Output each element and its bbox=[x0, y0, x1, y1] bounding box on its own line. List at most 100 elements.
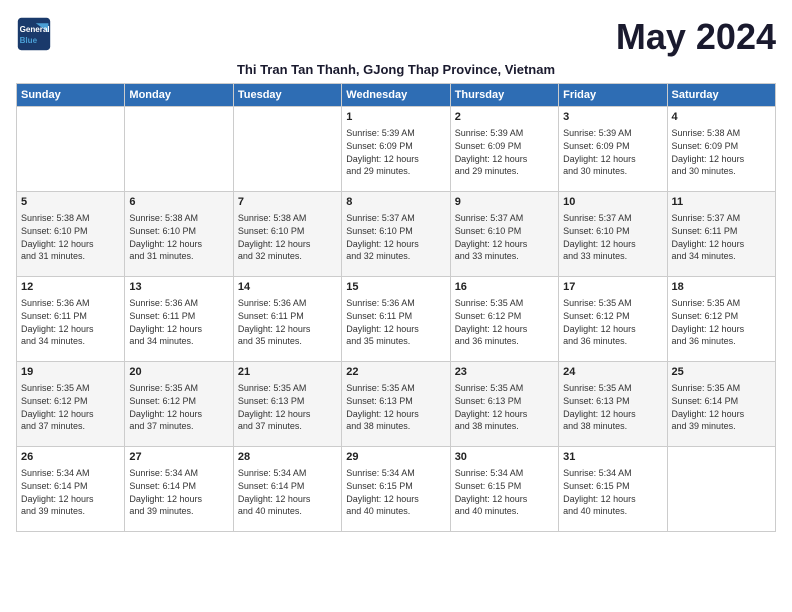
day-number: 20 bbox=[129, 365, 228, 380]
day-info: Sunrise: 5:39 AM Sunset: 6:09 PM Dayligh… bbox=[563, 127, 662, 177]
calendar-cell: 31 Sunrise: 5:34 AM Sunset: 6:15 PM Dayli… bbox=[559, 447, 667, 532]
calendar-cell: 18 Sunrise: 5:35 AM Sunset: 6:12 PM Dayli… bbox=[667, 277, 775, 362]
calendar-cell: 30Sunrise: 5:34 AM Sunset: 6:15 PM Dayli… bbox=[450, 447, 558, 532]
calendar-cell: 19Sunrise: 5:35 AM Sunset: 6:12 PM Dayli… bbox=[17, 362, 125, 447]
day-info: Sunrise: 5:38 AM Sunset: 6:10 PM Dayligh… bbox=[21, 212, 120, 262]
day-info: Sunrise: 5:37 AM Sunset: 6:11 PM Dayligh… bbox=[672, 212, 771, 262]
day-number: 12 bbox=[21, 280, 120, 295]
calendar-cell: 26Sunrise: 5:34 AM Sunset: 6:14 PM Dayli… bbox=[17, 447, 125, 532]
calendar-week-row: 19Sunrise: 5:35 AM Sunset: 6:12 PM Dayli… bbox=[17, 362, 776, 447]
day-info: Sunrise: 5:34 AM Sunset: 6:14 PM Dayligh… bbox=[129, 467, 228, 517]
day-info: Sunrise: 5:35 AM Sunset: 6:13 PM Dayligh… bbox=[455, 382, 554, 432]
day-info: Sunrise: 5:39 AM Sunset: 6:09 PM Dayligh… bbox=[455, 127, 554, 177]
day-info: Sunrise: 5:35 AM Sunset: 6:12 PM Dayligh… bbox=[563, 297, 662, 347]
day-header-tuesday: Tuesday bbox=[233, 84, 341, 107]
day-number: 2 bbox=[455, 110, 554, 125]
day-info: Sunrise: 5:35 AM Sunset: 6:13 PM Dayligh… bbox=[563, 382, 662, 432]
day-info: Sunrise: 5:36 AM Sunset: 6:11 PM Dayligh… bbox=[346, 297, 445, 347]
day-info: Sunrise: 5:38 AM Sunset: 6:09 PM Dayligh… bbox=[672, 127, 771, 177]
calendar-cell: 21 Sunrise: 5:35 AM Sunset: 6:13 PM Dayli… bbox=[233, 362, 341, 447]
calendar-cell: 17 Sunrise: 5:35 AM Sunset: 6:12 PM Dayli… bbox=[559, 277, 667, 362]
svg-text:Blue: Blue bbox=[20, 36, 38, 45]
day-number: 1 bbox=[346, 110, 445, 125]
day-info: Sunrise: 5:34 AM Sunset: 6:14 PM Dayligh… bbox=[21, 467, 120, 517]
calendar-cell: 14Sunrise: 5:36 AM Sunset: 6:11 PM Dayli… bbox=[233, 277, 341, 362]
day-info: Sunrise: 5:37 AM Sunset: 6:10 PM Dayligh… bbox=[455, 212, 554, 262]
days-header-row: SundayMondayTuesdayWednesdayThursdayFrid… bbox=[17, 84, 776, 107]
day-header-monday: Monday bbox=[125, 84, 233, 107]
calendar-cell: 7 Sunrise: 5:38 AM Sunset: 6:10 PM Daylig… bbox=[233, 192, 341, 277]
day-number: 7 bbox=[238, 195, 337, 210]
day-number: 16 bbox=[455, 280, 554, 295]
day-info: Sunrise: 5:36 AM Sunset: 6:11 PM Dayligh… bbox=[129, 297, 228, 347]
calendar-cell bbox=[233, 107, 341, 192]
day-number: 10 bbox=[563, 195, 662, 210]
calendar-cell: 22 Sunrise: 5:35 AM Sunset: 6:13 PM Dayli… bbox=[342, 362, 450, 447]
day-info: Sunrise: 5:35 AM Sunset: 6:14 PM Dayligh… bbox=[672, 382, 771, 432]
calendar-week-row: 12 Sunrise: 5:36 AM Sunset: 6:11 PM Dayli… bbox=[17, 277, 776, 362]
page-header: General Blue May 2024 bbox=[16, 16, 776, 58]
day-number: 17 bbox=[563, 280, 662, 295]
calendar-cell: 25 Sunrise: 5:35 AM Sunset: 6:14 PM Dayli… bbox=[667, 362, 775, 447]
calendar-cell: 2 Sunrise: 5:39 AM Sunset: 6:09 PM Daylig… bbox=[450, 107, 558, 192]
logo: General Blue bbox=[16, 16, 52, 52]
day-info: Sunrise: 5:38 AM Sunset: 6:10 PM Dayligh… bbox=[238, 212, 337, 262]
calendar-cell: 12 Sunrise: 5:36 AM Sunset: 6:11 PM Dayli… bbox=[17, 277, 125, 362]
day-number: 27 bbox=[129, 450, 228, 465]
day-header-thursday: Thursday bbox=[450, 84, 558, 107]
day-number: 4 bbox=[672, 110, 771, 125]
calendar-week-row: 26Sunrise: 5:34 AM Sunset: 6:14 PM Dayli… bbox=[17, 447, 776, 532]
day-info: Sunrise: 5:35 AM Sunset: 6:12 PM Dayligh… bbox=[21, 382, 120, 432]
calendar-subtitle: Thi Tran Tan Thanh, GJong Thap Province,… bbox=[16, 62, 776, 77]
day-info: Sunrise: 5:36 AM Sunset: 6:11 PM Dayligh… bbox=[21, 297, 120, 347]
day-info: Sunrise: 5:35 AM Sunset: 6:12 PM Dayligh… bbox=[129, 382, 228, 432]
day-info: Sunrise: 5:35 AM Sunset: 6:12 PM Dayligh… bbox=[672, 297, 771, 347]
day-number: 22 bbox=[346, 365, 445, 380]
day-info: Sunrise: 5:35 AM Sunset: 6:13 PM Dayligh… bbox=[238, 382, 337, 432]
day-info: Sunrise: 5:34 AM Sunset: 6:15 PM Dayligh… bbox=[563, 467, 662, 517]
day-number: 21 bbox=[238, 365, 337, 380]
day-number: 23 bbox=[455, 365, 554, 380]
day-number: 28 bbox=[238, 450, 337, 465]
calendar-cell: 9Sunrise: 5:37 AM Sunset: 6:10 PM Daylig… bbox=[450, 192, 558, 277]
calendar-cell: 16Sunrise: 5:35 AM Sunset: 6:12 PM Dayli… bbox=[450, 277, 558, 362]
calendar-cell bbox=[125, 107, 233, 192]
day-info: Sunrise: 5:37 AM Sunset: 6:10 PM Dayligh… bbox=[563, 212, 662, 262]
day-number: 29 bbox=[346, 450, 445, 465]
day-number: 25 bbox=[672, 365, 771, 380]
day-header-friday: Friday bbox=[559, 84, 667, 107]
day-info: Sunrise: 5:34 AM Sunset: 6:15 PM Dayligh… bbox=[346, 467, 445, 517]
calendar-cell: 1 Sunrise: 5:39 AM Sunset: 6:09 PM Daylig… bbox=[342, 107, 450, 192]
day-number: 6 bbox=[129, 195, 228, 210]
day-info: Sunrise: 5:38 AM Sunset: 6:10 PM Dayligh… bbox=[129, 212, 228, 262]
calendar-cell: 23 Sunrise: 5:35 AM Sunset: 6:13 PM Dayli… bbox=[450, 362, 558, 447]
calendar-cell: 20 Sunrise: 5:35 AM Sunset: 6:12 PM Dayli… bbox=[125, 362, 233, 447]
month-title: May 2024 bbox=[616, 16, 776, 58]
day-number: 11 bbox=[672, 195, 771, 210]
day-number: 13 bbox=[129, 280, 228, 295]
calendar-cell: 4 Sunrise: 5:38 AM Sunset: 6:09 PM Daylig… bbox=[667, 107, 775, 192]
calendar-cell: 15Sunrise: 5:36 AM Sunset: 6:11 PM Dayli… bbox=[342, 277, 450, 362]
day-number: 30 bbox=[455, 450, 554, 465]
day-info: Sunrise: 5:34 AM Sunset: 6:14 PM Dayligh… bbox=[238, 467, 337, 517]
calendar-cell: 5 Sunrise: 5:38 AM Sunset: 6:10 PM Daylig… bbox=[17, 192, 125, 277]
day-number: 5 bbox=[21, 195, 120, 210]
day-number: 24 bbox=[563, 365, 662, 380]
calendar-cell: 29 Sunrise: 5:34 AM Sunset: 6:15 PM Dayli… bbox=[342, 447, 450, 532]
calendar-cell: 6 Sunrise: 5:38 AM Sunset: 6:10 PM Daylig… bbox=[125, 192, 233, 277]
day-header-sunday: Sunday bbox=[17, 84, 125, 107]
day-info: Sunrise: 5:39 AM Sunset: 6:09 PM Dayligh… bbox=[346, 127, 445, 177]
calendar-cell: 8Sunrise: 5:37 AM Sunset: 6:10 PM Daylig… bbox=[342, 192, 450, 277]
calendar-cell: 3 Sunrise: 5:39 AM Sunset: 6:09 PM Daylig… bbox=[559, 107, 667, 192]
day-info: Sunrise: 5:35 AM Sunset: 6:13 PM Dayligh… bbox=[346, 382, 445, 432]
logo-icon: General Blue bbox=[16, 16, 52, 52]
day-number: 3 bbox=[563, 110, 662, 125]
day-number: 18 bbox=[672, 280, 771, 295]
calendar-cell: 13 Sunrise: 5:36 AM Sunset: 6:11 PM Dayli… bbox=[125, 277, 233, 362]
day-header-wednesday: Wednesday bbox=[342, 84, 450, 107]
day-number: 8 bbox=[346, 195, 445, 210]
calendar-cell: 27 Sunrise: 5:34 AM Sunset: 6:14 PM Dayli… bbox=[125, 447, 233, 532]
calendar-week-row: 1 Sunrise: 5:39 AM Sunset: 6:09 PM Daylig… bbox=[17, 107, 776, 192]
day-number: 31 bbox=[563, 450, 662, 465]
day-header-saturday: Saturday bbox=[667, 84, 775, 107]
